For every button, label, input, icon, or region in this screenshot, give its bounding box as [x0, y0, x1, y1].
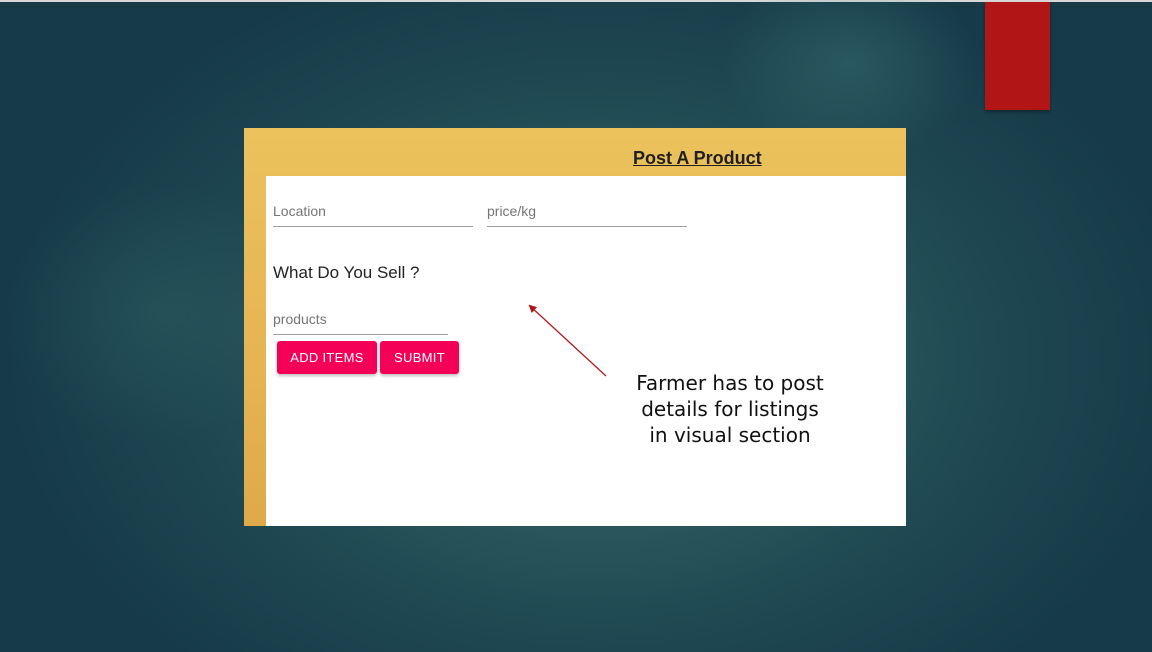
location-field [273, 196, 473, 227]
presentation-slide: Post A Product What Do You Sell ? ADD IT… [0, 0, 1152, 652]
annotation-line: Farmer has to post [636, 371, 824, 395]
submit-button[interactable]: SUBMIT [380, 341, 459, 374]
price-field [487, 196, 687, 227]
annotation-line: details for listings [641, 397, 819, 421]
products-field [273, 304, 448, 335]
annotation-line: in visual section [649, 423, 811, 447]
location-input[interactable] [273, 196, 473, 226]
add-items-button[interactable]: ADD ITEMS [277, 341, 377, 374]
price-per-kg-input[interactable] [487, 196, 687, 226]
page-title: Post A Product [633, 148, 762, 168]
form-body: What Do You Sell ? ADD ITEMS SUBMIT [266, 176, 906, 526]
what-do-you-sell-heading: What Do You Sell ? [273, 263, 420, 282]
red-bookmark-tab [985, 2, 1050, 110]
annotation-text: Farmer has to post details for listings … [605, 370, 855, 448]
products-input[interactable] [273, 304, 448, 334]
post-product-card: Post A Product What Do You Sell ? ADD IT… [244, 128, 906, 526]
